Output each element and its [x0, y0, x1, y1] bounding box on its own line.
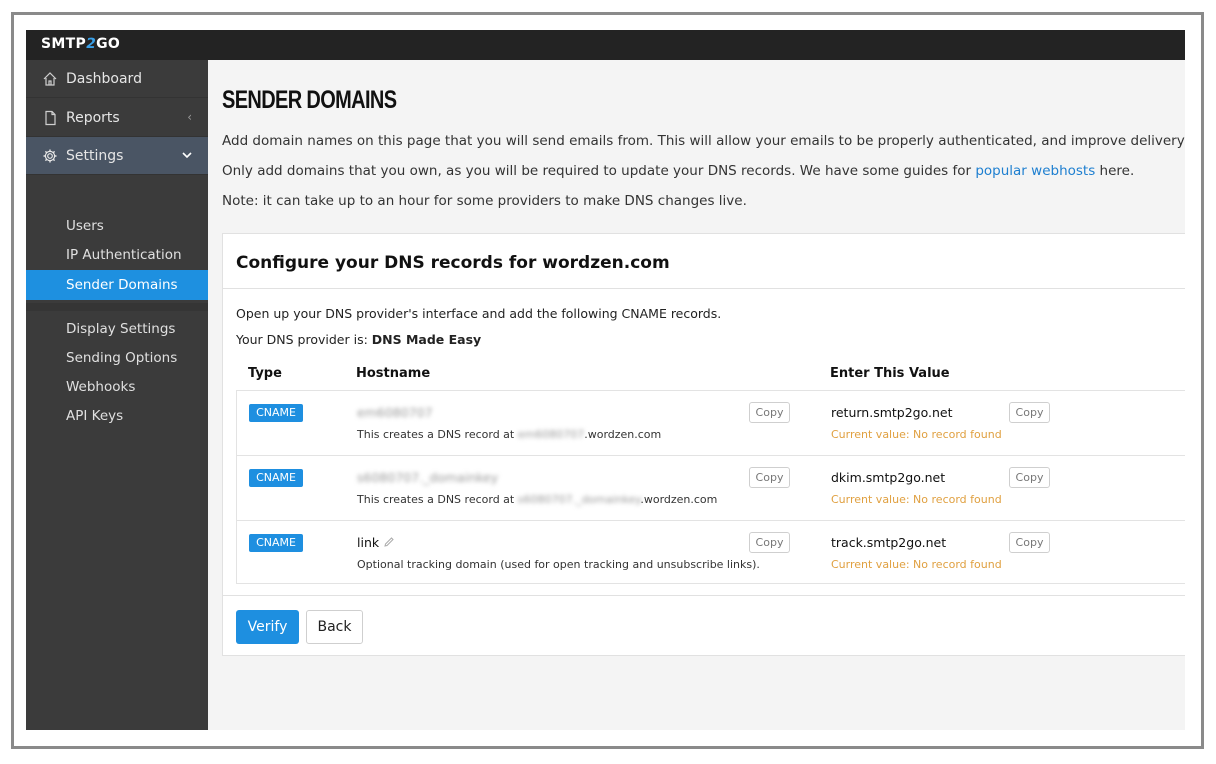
copy-hostname-button[interactable]: Copy: [749, 467, 790, 488]
chevron-down-icon: [182, 148, 192, 162]
sidebar-item-label: Settings: [66, 147, 124, 164]
intro-text-2: Only add domains that you own, as you wi…: [222, 163, 1135, 179]
card-header: Configure your DNS records for wordzen.c…: [223, 234, 1185, 289]
top-bar: SMTP2GO: [26, 30, 1185, 60]
edit-pencil-icon[interactable]: [383, 536, 395, 551]
current-value-status: Current value: No record found: [831, 558, 1002, 571]
table-row: CNAME em6080707 This creates a DNS recor…: [237, 391, 1185, 456]
sidebar-item-reports[interactable]: Reports ‹: [26, 99, 208, 137]
table-row: CNAME s6080707._domainkey This creates a…: [237, 456, 1185, 521]
column-header-type: Type: [248, 366, 282, 381]
sidebar-item-label: Reports: [66, 109, 120, 126]
column-header-value: Enter This Value: [830, 366, 950, 381]
sidebar-item-settings[interactable]: Settings: [26, 137, 208, 175]
logo[interactable]: SMTP2GO: [41, 34, 120, 54]
page-title: SENDER DOMAINS: [222, 86, 397, 114]
sidebar-subitem-users[interactable]: Users: [26, 211, 208, 241]
column-header-hostname: Hostname: [356, 366, 431, 381]
sidebar-subitem-sending-options[interactable]: Sending Options: [26, 343, 208, 373]
chevron-left-icon: ‹: [187, 110, 192, 124]
app-window: SMTP2GO Dashboard Reports ‹ Settings Use…: [26, 30, 1185, 730]
back-button[interactable]: Back: [306, 610, 363, 644]
gear-icon: [42, 148, 58, 164]
intro-text-1: Add domain names on this page that you w…: [222, 133, 1185, 149]
record-type-badge: CNAME: [249, 469, 303, 487]
dns-provider-name: DNS Made Easy: [371, 332, 482, 347]
copy-value-button[interactable]: Copy: [1009, 402, 1050, 423]
table-row: CNAME link Optional tracking domain (use…: [237, 521, 1185, 586]
sidebar-item-label: Dashboard: [66, 70, 142, 87]
copy-hostname-button[interactable]: Copy: [749, 402, 790, 423]
sidebar-subitem-ip-authentication[interactable]: IP Authentication: [26, 240, 208, 270]
copy-value-button[interactable]: Copy: [1009, 532, 1050, 553]
copy-hostname-button[interactable]: Copy: [749, 532, 790, 553]
hostname-note: This creates a DNS record at s6080707._d…: [357, 493, 718, 506]
document-icon: [42, 110, 58, 126]
record-type-badge: CNAME: [249, 534, 303, 552]
record-value: track.smtp2go.net: [831, 535, 947, 550]
dns-provider-text: Your DNS provider is: DNS Made Easy: [236, 332, 482, 347]
sidebar-subitem-api-keys[interactable]: API Keys: [26, 401, 208, 431]
sidebar: Dashboard Reports ‹ Settings Users IP Au…: [26, 60, 208, 730]
card-title: Configure your DNS records for wordzen.c…: [236, 253, 670, 273]
sidebar-subitem-sender-domains[interactable]: Sender Domains: [26, 270, 208, 300]
record-value: return.smtp2go.net: [831, 405, 953, 420]
current-value-status: Current value: No record found: [831, 428, 1002, 441]
record-value: dkim.smtp2go.net: [831, 470, 946, 485]
current-value-status: Current value: No record found: [831, 493, 1002, 506]
sidebar-divider: [26, 303, 208, 311]
sidebar-subitem-webhooks[interactable]: Webhooks: [26, 372, 208, 402]
hostname-note: This creates a DNS record at em6080707.w…: [357, 428, 662, 441]
home-icon: [42, 71, 58, 87]
hostname-value: link: [357, 535, 395, 551]
hostname-note: Optional tracking domain (used for open …: [357, 558, 760, 571]
intro-text-3: Note: it can take up to an hour for some…: [222, 193, 747, 209]
dns-records-list: CNAME em6080707 This creates a DNS recor…: [236, 390, 1185, 584]
record-type-badge: CNAME: [249, 404, 303, 422]
card-footer-divider: [223, 595, 1185, 596]
hostname-value: em6080707: [357, 405, 433, 420]
card-description: Open up your DNS provider's interface an…: [236, 306, 722, 321]
dns-config-card: Configure your DNS records for wordzen.c…: [222, 233, 1185, 656]
verify-button[interactable]: Verify: [236, 610, 299, 644]
main-content: SENDER DOMAINS Add domain names on this …: [208, 60, 1185, 730]
sidebar-subitem-display-settings[interactable]: Display Settings: [26, 314, 208, 344]
copy-value-button[interactable]: Copy: [1009, 467, 1050, 488]
hostname-value: s6080707._domainkey: [357, 470, 499, 485]
sidebar-item-dashboard[interactable]: Dashboard: [26, 60, 208, 98]
popular-webhosts-link[interactable]: popular webhosts: [975, 163, 1095, 179]
dns-records-table: Type Hostname Enter This Value CNAME em6…: [236, 358, 1185, 584]
